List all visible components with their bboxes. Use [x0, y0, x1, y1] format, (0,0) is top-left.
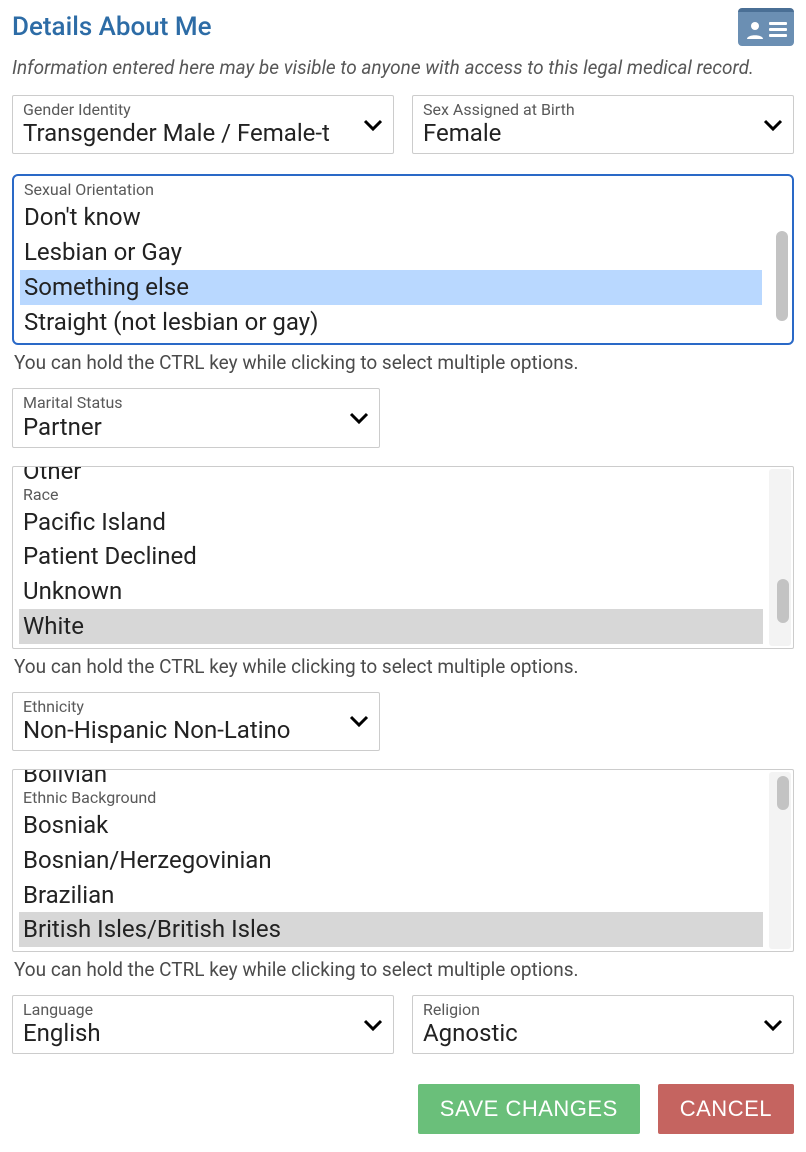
intro-text: Information entered here may be visible …	[12, 56, 794, 79]
language-select[interactable]: Language English	[12, 995, 394, 1054]
language-label: Language	[23, 1000, 383, 1019]
race-listbox[interactable]: Race Other Pacific Island Patient Declin…	[12, 466, 794, 649]
list-item[interactable]: Don't know	[20, 200, 762, 235]
sex-assigned-value: Female	[423, 119, 783, 147]
sex-assigned-label: Sex Assigned at Birth	[423, 100, 783, 119]
race-label: Race	[23, 485, 58, 504]
gender-identity-value: Transgender Male / Female-t	[23, 119, 383, 147]
list-item[interactable]: Other	[19, 467, 763, 479]
scrollbar-thumb[interactable]	[776, 231, 788, 321]
list-item[interactable]: Brazilian	[19, 878, 763, 913]
page-title: Details About Me	[12, 12, 212, 42]
sexual-orientation-options[interactable]: Don't know Lesbian or Gay Something else…	[14, 176, 792, 343]
list-item[interactable]: Straight (not lesbian or gay)	[20, 305, 762, 340]
list-item[interactable]: White	[19, 609, 763, 644]
language-value: English	[23, 1019, 383, 1047]
sexual-orientation-listbox[interactable]: Sexual Orientation Don't know Lesbian or…	[12, 174, 794, 345]
gender-identity-select[interactable]: Gender Identity Transgender Male / Femal…	[12, 95, 394, 154]
list-item[interactable]: Something else	[20, 270, 762, 305]
save-button[interactable]: SAVE CHANGES	[418, 1084, 640, 1134]
sex-assigned-select[interactable]: Sex Assigned at Birth Female	[412, 95, 794, 154]
religion-value: Agnostic	[423, 1019, 783, 1047]
marital-status-select[interactable]: Marital Status Partner	[12, 388, 380, 447]
multi-hint: You can hold the CTRL key while clicking…	[14, 655, 794, 678]
race-options[interactable]: Other Pacific Island Patient Declined Un…	[13, 467, 793, 648]
list-item[interactable]: British Isles/British Isles	[19, 912, 763, 947]
religion-label: Religion	[423, 1000, 783, 1019]
id-card-icon[interactable]	[738, 8, 794, 46]
list-item[interactable]: Bolivian	[19, 770, 763, 782]
scrollbar-thumb[interactable]	[777, 776, 789, 810]
scrollbar-thumb[interactable]	[777, 579, 789, 623]
sexual-orientation-label: Sexual Orientation	[24, 180, 154, 199]
multi-hint: You can hold the CTRL key while clicking…	[14, 958, 794, 981]
list-item[interactable]: Lesbian or Gay	[20, 235, 762, 270]
religion-select[interactable]: Religion Agnostic	[412, 995, 794, 1054]
marital-status-value: Partner	[23, 413, 369, 441]
marital-status-label: Marital Status	[23, 393, 369, 412]
list-item[interactable]: Unknown	[19, 574, 763, 609]
gender-identity-label: Gender Identity	[23, 100, 383, 119]
ethnicity-label: Ethnicity	[23, 697, 369, 716]
ethnicity-select[interactable]: Ethnicity Non-Hispanic Non-Latino	[12, 692, 380, 751]
list-item[interactable]: Bosnian/Herzegovinian	[19, 843, 763, 878]
ethnic-background-label: Ethnic Background	[23, 788, 156, 807]
ethnicity-value: Non-Hispanic Non-Latino	[23, 716, 369, 744]
multi-hint: You can hold the CTRL key while clicking…	[14, 351, 794, 374]
list-item[interactable]: Patient Declined	[19, 539, 763, 574]
cancel-button[interactable]: CANCEL	[658, 1084, 794, 1134]
ethnic-background-listbox[interactable]: Ethnic Background Bolivian Bosniak Bosni…	[12, 769, 794, 952]
list-item[interactable]: Pacific Island	[19, 485, 763, 540]
